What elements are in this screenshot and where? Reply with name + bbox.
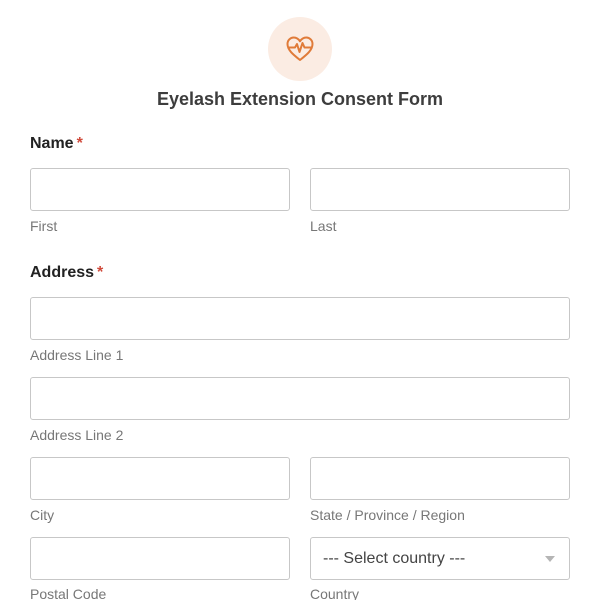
name-label: Name *: [30, 134, 83, 154]
address-label-text: Address: [30, 264, 95, 281]
postal-code-input[interactable]: [30, 537, 290, 580]
city-sublabel: City: [30, 507, 55, 523]
country-select-value: --- Select country ---: [323, 549, 466, 567]
country-select[interactable]: --- Select country ---: [310, 537, 570, 580]
last-name-input[interactable]: [310, 168, 570, 211]
address-label: Address *: [30, 263, 103, 283]
name-label-text: Name: [30, 135, 74, 152]
form-logo: [268, 17, 332, 81]
address-line2-sublabel: Address Line 2: [30, 427, 124, 443]
first-name-input[interactable]: [30, 168, 290, 211]
country-sublabel: Country: [310, 586, 360, 600]
chevron-down-icon: [545, 555, 555, 562]
city-input[interactable]: [30, 457, 290, 500]
state-input[interactable]: [310, 457, 570, 500]
name-required-marker: *: [76, 135, 83, 152]
state-sublabel: State / Province / Region: [310, 507, 465, 523]
first-name-sublabel: First: [30, 218, 58, 234]
consent-form-page: Eyelash Extension Consent Form Name * Fir…: [0, 0, 600, 600]
last-name-sublabel: Last: [310, 218, 337, 234]
form-title: Eyelash Extension Consent Form: [156, 89, 444, 109]
address-required-marker: *: [97, 264, 104, 281]
address-line2-input[interactable]: [30, 377, 570, 420]
address-line1-input[interactable]: [30, 297, 570, 340]
address-line1-sublabel: Address Line 1: [30, 347, 124, 363]
heart-pulse-icon: [286, 36, 314, 61]
postal-code-sublabel: Postal Code: [30, 586, 107, 600]
